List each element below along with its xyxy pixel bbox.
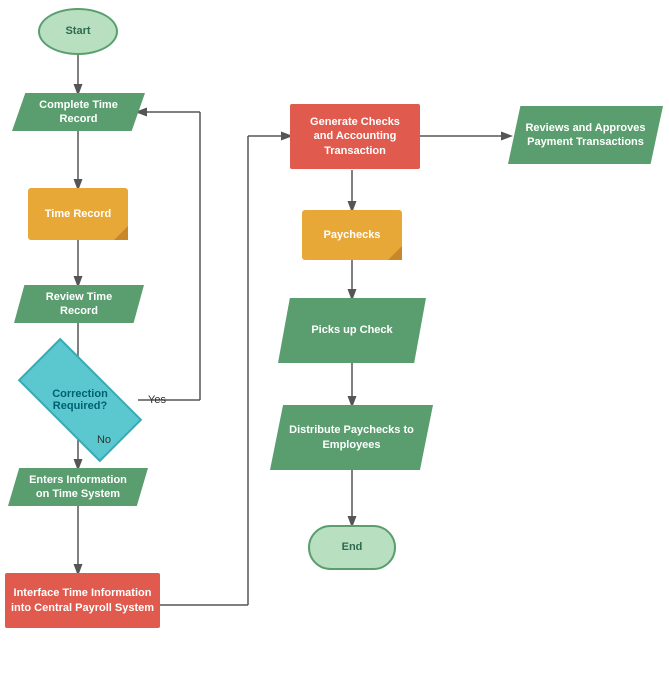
correction-required-node: CorrectionRequired? bbox=[22, 370, 138, 430]
no-label: No bbox=[90, 432, 118, 448]
end-node: End bbox=[308, 525, 396, 570]
enters-info-node: Enters Informationon Time System bbox=[8, 468, 148, 506]
time-record-node: Time Record bbox=[28, 188, 128, 240]
start-node: Start bbox=[38, 8, 118, 55]
reviews-approves-node: Reviews and ApprovesPayment Transactions bbox=[508, 106, 663, 164]
generate-checks-node: Generate Checksand AccountingTransaction bbox=[290, 104, 420, 169]
interface-time-node: Interface Time Informationinto Central P… bbox=[5, 573, 160, 628]
paychecks-node: Paychecks bbox=[302, 210, 402, 260]
complete-time-record-node: Complete Time Record bbox=[12, 93, 145, 131]
distribute-paychecks-node: Distribute Paychecks toEmployees bbox=[270, 405, 433, 470]
flowchart-diagram: Start Complete Time Record Time Record R… bbox=[0, 0, 669, 689]
picks-up-check-node: Picks up Check bbox=[278, 298, 426, 363]
yes-label: Yes bbox=[142, 392, 172, 408]
review-time-record-node: Review TimeRecord bbox=[14, 285, 144, 323]
